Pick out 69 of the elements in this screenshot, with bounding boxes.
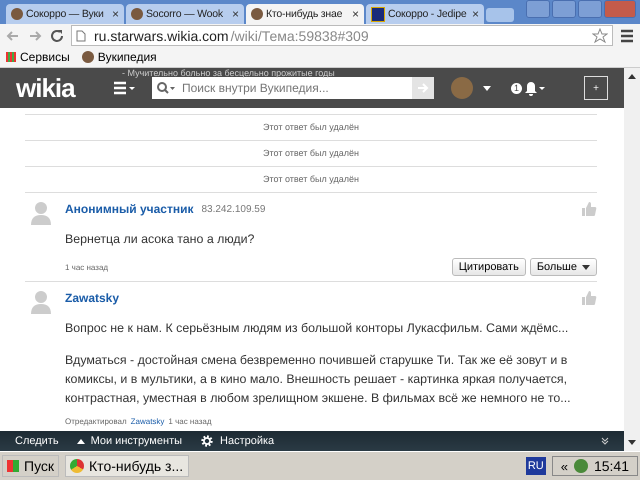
user-avatar[interactable] bbox=[451, 77, 473, 99]
search-arrow-button[interactable] bbox=[412, 77, 434, 99]
site-logo[interactable]: wikia bbox=[16, 72, 96, 104]
close-icon[interactable]: × bbox=[352, 7, 359, 21]
close-icon[interactable]: × bbox=[112, 7, 119, 21]
menu-icon[interactable] bbox=[619, 28, 635, 44]
author-link[interactable]: Анонимный участник bbox=[65, 202, 194, 216]
clock: 15:41 bbox=[594, 458, 629, 474]
close-icon[interactable]: × bbox=[472, 7, 479, 21]
bookmark[interactable]: Сервисы bbox=[6, 50, 70, 64]
scroll-up-arrow-icon[interactable] bbox=[628, 74, 636, 79]
favicon-icon bbox=[11, 8, 23, 20]
arrow-right-icon bbox=[417, 82, 429, 94]
deleted-reply-notice: Этот ответ был удалён bbox=[25, 166, 597, 192]
taskbar-window[interactable]: Кто-нибудь з... bbox=[65, 455, 190, 477]
edited-by-label: Отредактировал bbox=[65, 417, 127, 426]
close-icon[interactable]: × bbox=[232, 7, 239, 21]
menu-icon[interactable] bbox=[114, 81, 136, 95]
toolbar-item[interactable]: Мои инструменты bbox=[76, 435, 182, 447]
timestamp: 1 час назад bbox=[168, 417, 212, 426]
letter-j-icon bbox=[371, 6, 385, 22]
favicon-icon bbox=[82, 51, 94, 63]
bell-icon[interactable] bbox=[524, 80, 546, 96]
browser-tab[interactable]: Сокорро — Вуки × bbox=[6, 4, 124, 24]
toolbar-item[interactable]: Следить bbox=[15, 435, 59, 447]
deleted-reply-notice: Этот ответ был удалён bbox=[25, 114, 597, 140]
comment-text: - Мучительно больно за бесцельно прожитые годы bbox=[122, 68, 335, 78]
thumbs-up-icon[interactable] bbox=[581, 290, 597, 306]
avatar-silhouette-icon bbox=[31, 290, 51, 314]
add-button[interactable]: + bbox=[584, 76, 608, 100]
browser-tab[interactable]: Socorro — Wook × bbox=[126, 4, 244, 24]
author-link[interactable]: Zawatsky bbox=[65, 291, 120, 305]
favicon-icon bbox=[251, 8, 263, 20]
quote-button[interactable]: Цитировать bbox=[452, 258, 526, 276]
scrollbar[interactable] bbox=[624, 68, 640, 451]
network-icon[interactable] bbox=[574, 459, 588, 473]
search-bar[interactable]: Поиск внутри Вукипедия... bbox=[152, 77, 434, 99]
page-icon bbox=[76, 30, 86, 42]
caret-icon[interactable] bbox=[483, 86, 491, 90]
browser-tab[interactable]: Кто-нибудь знае × bbox=[246, 4, 364, 24]
settings-icon bbox=[200, 434, 214, 448]
browser-tab[interactable]: Сокорро - Jedipe × bbox=[366, 4, 484, 24]
caret-up-icon bbox=[76, 438, 85, 444]
language-indicator[interactable]: RU bbox=[526, 457, 546, 475]
deleted-reply-notice: Этот ответ был удалён bbox=[25, 140, 597, 166]
ip-address: 83.242.109.59 bbox=[201, 204, 266, 214]
scroll-down-arrow-icon[interactable] bbox=[628, 440, 636, 445]
reload-icon[interactable] bbox=[49, 28, 65, 44]
comment-text: Вернетца ли асока тано а люди? bbox=[65, 231, 256, 248]
tray-expand-button[interactable]: « bbox=[560, 458, 568, 474]
apps-grid-icon bbox=[6, 52, 16, 62]
toolbar-item[interactable]: Настройка bbox=[200, 434, 274, 448]
start-button[interactable]: Пуск bbox=[2, 455, 60, 477]
more-button[interactable]: Больше bbox=[530, 258, 597, 276]
search-icon bbox=[156, 81, 176, 95]
star-icon[interactable] bbox=[592, 28, 608, 44]
avatar-silhouette-icon bbox=[31, 201, 51, 225]
thumbs-up-icon[interactable] bbox=[581, 201, 597, 217]
bookmark[interactable]: Вукипедия bbox=[82, 50, 157, 64]
comment-text: Вопрос не к нам. К серьёзным людям из большой конторы Лукасфильм. Сами ждёмс... bbox=[65, 320, 570, 337]
timestamp: 1 час назад bbox=[65, 262, 108, 272]
new-tab-button[interactable] bbox=[486, 8, 514, 22]
notification-count[interactable]: 1 bbox=[511, 82, 522, 94]
address-bar[interactable]: ru.starwars.wikia.com/wiki/Тема:59838#309 bbox=[71, 25, 613, 46]
comment-text: Вдуматься - достойная смена безвременно почившей старушке Ти. Так же её зовут и в комиксы, и в мультики, а в кино мало. Внешность решает - картинка яркая получается, контрастная, уместная в любом зрелищном экшене. В фильмах всё же немного не то... bbox=[65, 352, 572, 407]
favicon-icon bbox=[131, 8, 143, 20]
editor-link[interactable]: Zawatsky bbox=[130, 417, 164, 426]
caret-icon bbox=[582, 264, 590, 270]
double-chevron-icon[interactable] bbox=[601, 437, 609, 445]
